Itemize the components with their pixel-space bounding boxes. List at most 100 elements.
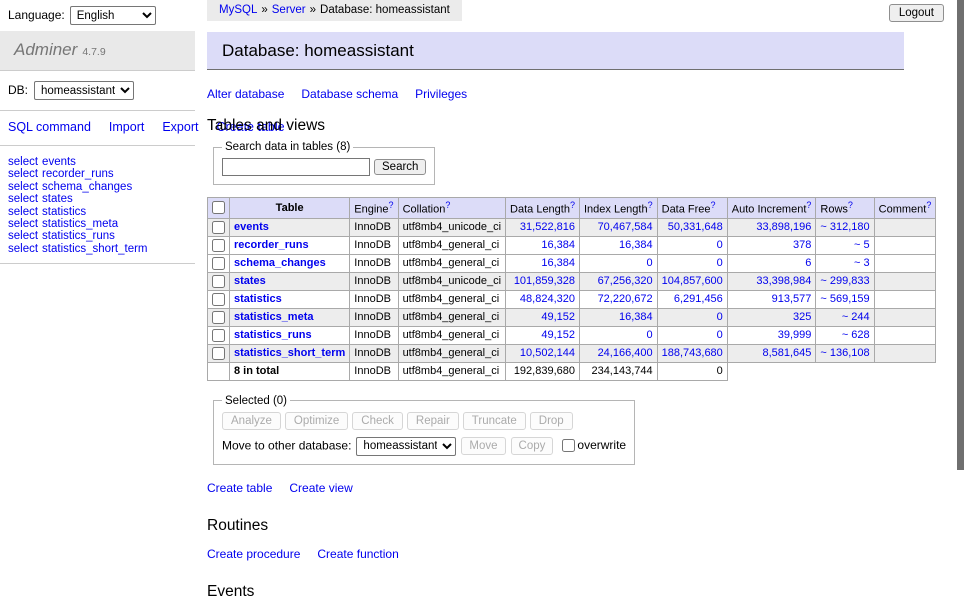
sidebar-select-link[interactable]: select [8,193,38,205]
sidebar-table-link[interactable]: statistics_runs [42,230,115,242]
data-free-cell-link[interactable]: 104,857,600 [662,275,723,287]
data-length-cell-link[interactable]: 101,859,328 [514,275,575,287]
optimize-button[interactable]: Optimize [285,412,348,430]
data-free-cell-link[interactable]: 0 [717,311,723,323]
scrollbar-thumb[interactable] [957,0,964,470]
sidebar-select-link[interactable]: select [8,243,38,255]
create-table-link[interactable]: Create table [207,481,272,495]
table-name-link[interactable]: states [234,275,266,287]
move-button[interactable]: Move [461,437,505,455]
sidebar-table-link[interactable]: events [42,156,76,168]
auto-increment-cell-link[interactable]: 8,581,645 [762,347,811,359]
data-length-cell-link[interactable]: 16,384 [541,257,575,269]
sidebar-select-link[interactable]: select [8,156,38,168]
data-length-cell-link[interactable]: 16,384 [541,239,575,251]
column-hint-link[interactable]: ? [648,200,653,210]
database-schema-link[interactable]: Database schema [301,87,398,101]
table-name-link[interactable]: statistics_short_term [234,347,345,359]
check-button[interactable]: Check [352,412,403,430]
row-checkbox[interactable] [212,347,225,360]
data-length-cell-link[interactable]: 49,152 [541,329,575,341]
rows-cell-link[interactable]: ~ 312,180 [820,221,869,233]
search-input[interactable] [222,158,370,176]
auto-increment-cell-link[interactable]: 33,898,196 [756,221,811,233]
index-length-cell-link[interactable]: 16,384 [619,239,653,251]
auto-increment-cell-link[interactable]: 6 [805,257,811,269]
scrollbar-track[interactable] [956,0,966,543]
column-hint-link[interactable]: ? [848,200,853,210]
alter-database-link[interactable]: Alter database [207,87,284,101]
create-procedure-link[interactable]: Create procedure [207,547,300,561]
data-length-cell-link[interactable]: 31,522,816 [520,221,575,233]
db-select[interactable]: homeassistant [34,81,134,100]
sidebar-table-link[interactable]: schema_changes [42,181,132,193]
column-hint-link[interactable]: ? [445,200,450,210]
sidebar-table-link[interactable]: statistics_short_term [42,243,147,255]
index-length-cell-link[interactable]: 0 [647,257,653,269]
table-name-link[interactable]: events [234,221,269,233]
data-free-cell-link[interactable]: 0 [717,239,723,251]
auto-increment-cell-link[interactable]: 378 [793,239,811,251]
data-length-cell-link[interactable]: 49,152 [541,311,575,323]
sidebar-select-link[interactable]: select [8,230,38,242]
rows-cell-link[interactable]: ~ 299,833 [820,275,869,287]
table-name-link[interactable]: statistics_runs [234,329,312,341]
row-checkbox[interactable] [212,239,225,252]
sidebar-table-link[interactable]: statistics_meta [42,218,118,230]
column-hint-link[interactable]: ? [389,200,394,210]
breadcrumb-server-link[interactable]: Server [272,4,306,16]
privileges-link[interactable]: Privileges [415,87,467,101]
auto-increment-cell-link[interactable]: 39,999 [778,329,812,341]
index-length-cell-link[interactable]: 0 [647,329,653,341]
language-select[interactable]: English [70,6,156,25]
row-checkbox[interactable] [212,221,225,234]
sidebar-select-link[interactable]: select [8,168,38,180]
rows-cell-link[interactable]: ~ 136,108 [820,347,869,359]
create-view-link[interactable]: Create view [289,481,352,495]
move-database-select[interactable]: homeassistant [356,437,456,456]
breadcrumb-mysql-link[interactable]: MySQL [219,4,257,16]
overwrite-checkbox[interactable] [562,439,575,452]
data-length-cell-link[interactable]: 10,502,144 [520,347,575,359]
sidebar-select-link[interactable]: select [8,181,38,193]
import-link[interactable]: Import [109,120,144,134]
index-length-cell-link[interactable]: 70,467,584 [598,221,653,233]
rows-cell-link[interactable]: ~ 3 [854,257,870,269]
rows-cell-link[interactable]: ~ 5 [854,239,870,251]
index-length-cell-link[interactable]: 67,256,320 [598,275,653,287]
table-name-link[interactable]: recorder_runs [234,239,309,251]
index-length-cell-link[interactable]: 24,166,400 [598,347,653,359]
repair-button[interactable]: Repair [407,412,459,430]
index-length-cell-link[interactable]: 72,220,672 [598,293,653,305]
rows-cell-link[interactable]: ~ 628 [842,329,870,341]
truncate-button[interactable]: Truncate [463,412,526,430]
index-length-cell-link[interactable]: 16,384 [619,311,653,323]
sidebar-select-link[interactable]: select [8,206,38,218]
data-free-cell-link[interactable]: 6,291,456 [674,293,723,305]
rows-cell-link[interactable]: ~ 569,159 [820,293,869,305]
row-checkbox[interactable] [212,275,225,288]
table-name-link[interactable]: statistics_meta [234,311,314,323]
table-name-link[interactable]: statistics [234,293,282,305]
sidebar-table-link[interactable]: recorder_runs [42,168,114,180]
row-checkbox[interactable] [212,329,225,342]
auto-increment-cell-link[interactable]: 913,577 [772,293,812,305]
analyze-button[interactable]: Analyze [222,412,281,430]
select-all-checkbox[interactable] [212,201,225,214]
data-free-cell-link[interactable]: 188,743,680 [662,347,723,359]
copy-button[interactable]: Copy [511,437,554,455]
sidebar-table-link[interactable]: statistics [42,206,86,218]
rows-cell-link[interactable]: ~ 244 [842,311,870,323]
create-function-link[interactable]: Create function [317,547,398,561]
row-checkbox[interactable] [212,293,225,306]
data-free-cell-link[interactable]: 0 [717,257,723,269]
export-link[interactable]: Export [162,120,198,134]
column-hint-link[interactable]: ? [926,200,931,210]
auto-increment-cell-link[interactable]: 33,398,984 [756,275,811,287]
column-hint-link[interactable]: ? [711,200,716,210]
column-hint-link[interactable]: ? [570,200,575,210]
sidebar-table-link[interactable]: states [42,193,73,205]
drop-button[interactable]: Drop [530,412,573,430]
search-button[interactable]: Search [374,159,426,175]
table-name-link[interactable]: schema_changes [234,257,326,269]
